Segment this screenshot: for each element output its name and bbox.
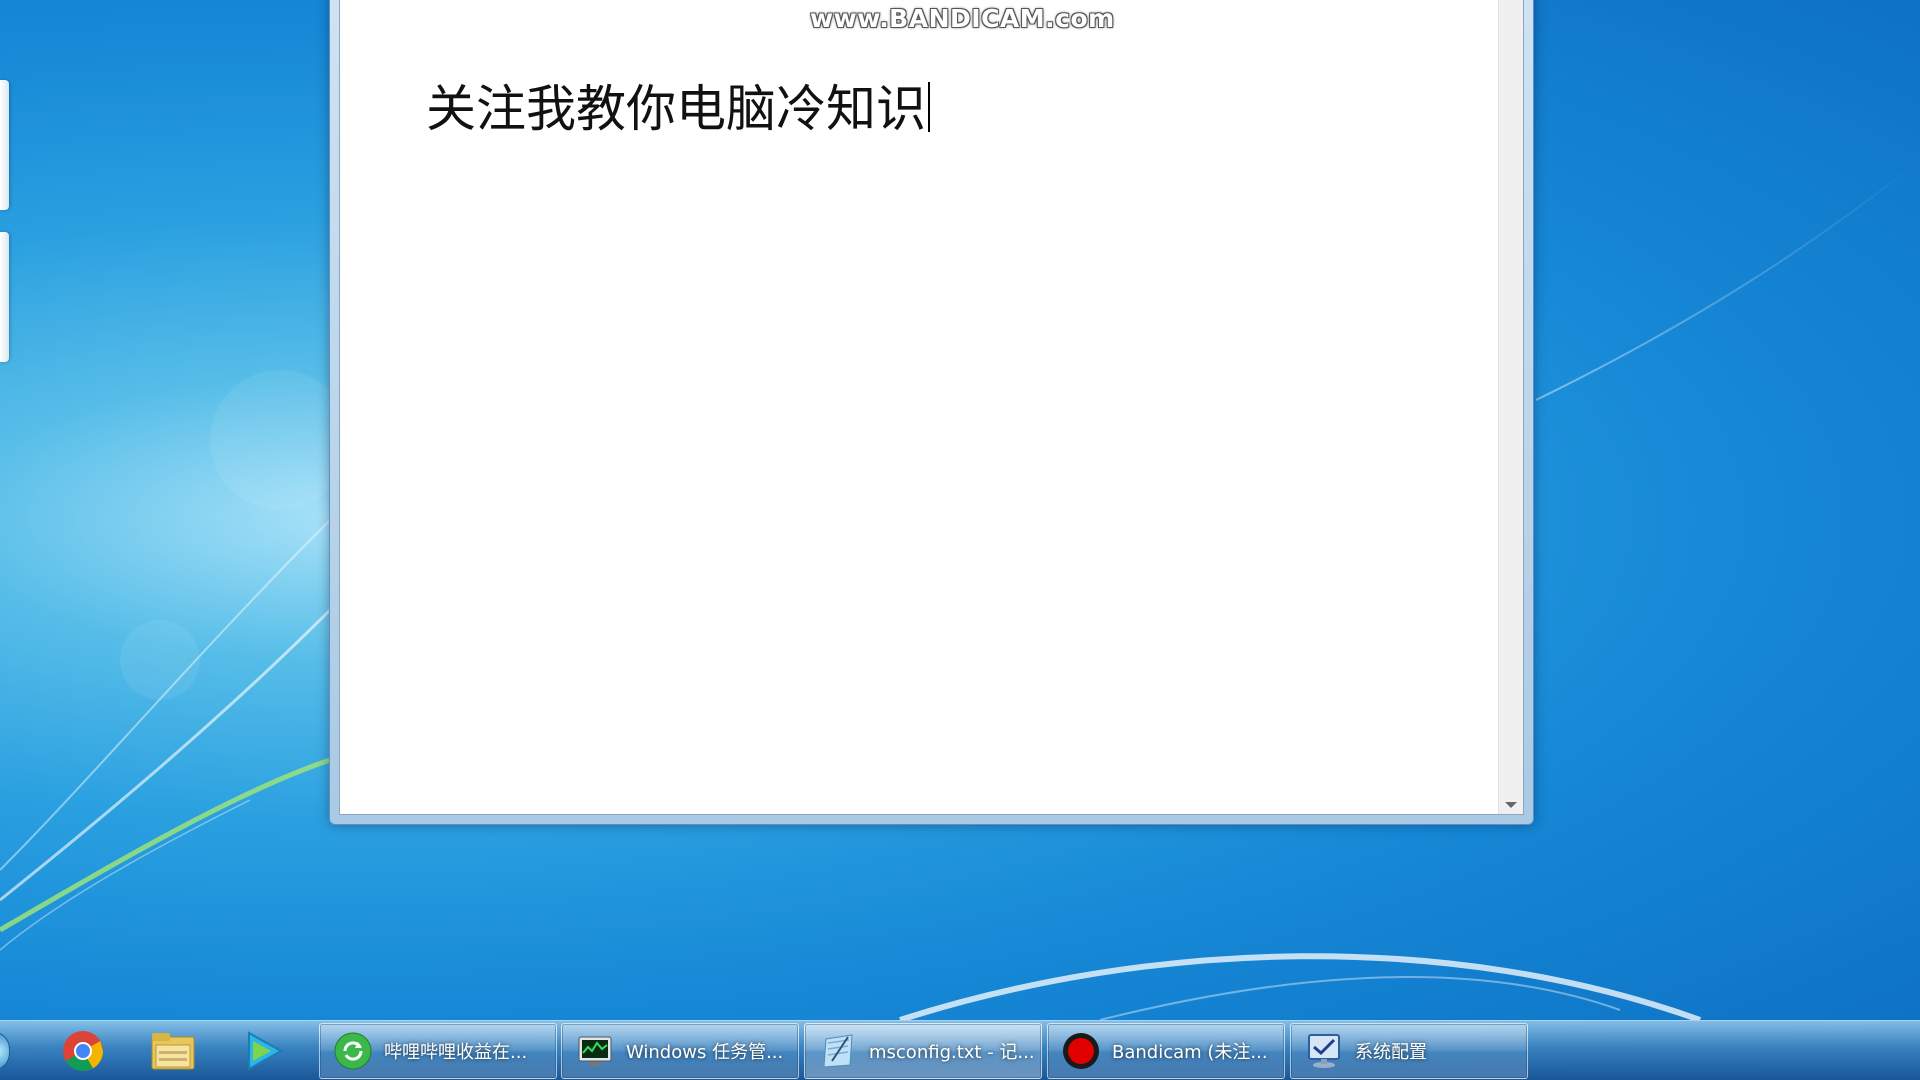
- scroll-down-arrow-icon[interactable]: [1505, 802, 1517, 808]
- taskbar-item-system-config[interactable]: 系统配置: [1290, 1023, 1528, 1079]
- pinned-media-player[interactable]: [230, 1025, 296, 1077]
- taskbar-item-bilibili[interactable]: 哔哩哔哩收益在...: [319, 1023, 557, 1079]
- text-caret: [928, 82, 930, 132]
- green-refresh-icon: [332, 1030, 374, 1072]
- taskbar: 哔哩哔哩收益在... Windows 任务管... msconfig.txt -…: [0, 1020, 1920, 1080]
- taskbar-item-bandicam[interactable]: Bandicam (未注...: [1047, 1023, 1285, 1079]
- gadget-edge-1[interactable]: [0, 80, 9, 210]
- chrome-icon: [63, 1031, 103, 1071]
- document-text-content: 关注我教你电脑冷知识: [426, 80, 926, 138]
- document-text: 关注我教你电脑冷知识: [426, 74, 930, 144]
- taskbar-item-label: 哔哩哔哩收益在...: [384, 1042, 528, 1063]
- notepad-icon: [817, 1030, 859, 1072]
- taskbar-item-notepad[interactable]: msconfig.txt - 记...: [804, 1023, 1042, 1079]
- folder-icon: [151, 1033, 195, 1070]
- task-manager-icon: [574, 1030, 616, 1072]
- system-config-icon: [1303, 1030, 1345, 1072]
- notepad-text-area[interactable]: 关注我教你电脑冷知识: [339, 0, 1524, 815]
- media-player-icon: [248, 1031, 284, 1071]
- gadget-edge-2[interactable]: [0, 232, 9, 362]
- pinned-explorer[interactable]: [140, 1025, 206, 1077]
- pinned-chrome[interactable]: [50, 1025, 116, 1077]
- taskbar-item-label: msconfig.txt - 记...: [869, 1042, 1035, 1063]
- taskbar-item-task-manager[interactable]: Windows 任务管...: [561, 1023, 799, 1079]
- bandicam-watermark: www.BANDICAM.com: [810, 4, 1115, 33]
- taskbar-item-label: Bandicam (未注...: [1112, 1042, 1268, 1063]
- vertical-scrollbar[interactable]: [1498, 0, 1523, 814]
- taskbar-item-label: Windows 任务管...: [626, 1042, 784, 1063]
- taskbar-item-label: 系统配置: [1355, 1042, 1427, 1063]
- notepad-window: 关注我教你电脑冷知识: [329, 0, 1534, 825]
- record-icon: [1060, 1030, 1102, 1072]
- start-button[interactable]: [0, 1031, 10, 1071]
